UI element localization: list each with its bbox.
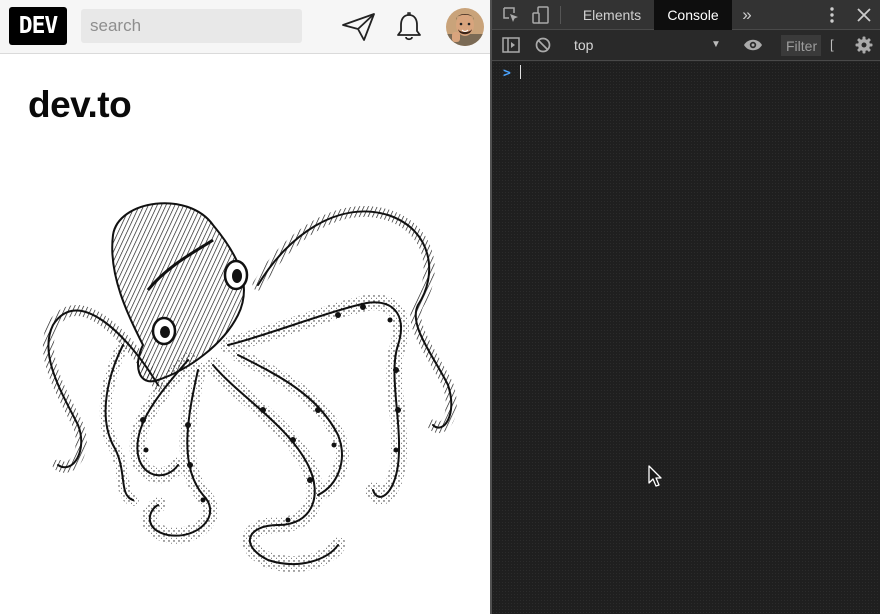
- console-prompt-icon: >: [503, 66, 511, 81]
- inspect-cursor-icon: [503, 7, 518, 22]
- device-toolbar-button[interactable]: [530, 5, 552, 25]
- devtools-panel: Elements Console » top ▼ Filter [>: [490, 0, 880, 614]
- tab-separator: [560, 6, 561, 24]
- site-header: DEV: [0, 0, 490, 54]
- devtools-menu-button[interactable]: [824, 5, 840, 25]
- vertical-dots-icon: [830, 7, 834, 23]
- clear-icon: [535, 37, 551, 53]
- live-expression-button[interactable]: [741, 35, 765, 55]
- sidebar-toggle-icon: [502, 37, 520, 53]
- console-toolbar: [492, 30, 880, 84]
- close-icon: [857, 8, 871, 22]
- console-context-select[interactable]: top: [574, 37, 593, 53]
- octopus-illustration: [42, 202, 457, 573]
- devtools-tab-bar: Elements Console »: [492, 0, 880, 30]
- notifications-button[interactable]: [391, 10, 427, 44]
- log-levels-dropdown[interactable]: [: [830, 37, 834, 52]
- device-icon: [532, 6, 549, 24]
- dev-logo[interactable]: DEV: [9, 7, 67, 45]
- console-filter-input[interactable]: [781, 35, 821, 56]
- send-button[interactable]: [341, 10, 377, 44]
- clear-console-button[interactable]: [532, 35, 554, 55]
- user-avatar-image: [446, 8, 484, 46]
- paper-plane-icon: [342, 13, 375, 41]
- website-viewport: DEV search dev.to: [0, 0, 490, 614]
- eye-icon: [744, 39, 762, 51]
- close-devtools-button[interactable]: [854, 5, 874, 25]
- console-input-caret[interactable]: [520, 65, 521, 79]
- tab-console[interactable]: Console: [654, 0, 732, 30]
- show-sidebar-button[interactable]: [500, 35, 522, 55]
- mouse-cursor-icon: [648, 465, 662, 487]
- avatar[interactable]: [446, 8, 484, 46]
- inspect-element-button[interactable]: [500, 5, 522, 25]
- console-settings-button[interactable]: [854, 35, 874, 55]
- dropdown-arrow-icon[interactable]: ▼: [711, 39, 721, 50]
- console-output[interactable]: >: [492, 62, 880, 614]
- tab-elements[interactable]: Elements: [574, 0, 650, 30]
- bell-icon: [397, 12, 421, 41]
- gear-icon: [855, 36, 873, 54]
- page-title: dev.to: [28, 84, 132, 125]
- search-input[interactable]: [81, 9, 302, 43]
- more-tabs-button[interactable]: »: [738, 4, 756, 26]
